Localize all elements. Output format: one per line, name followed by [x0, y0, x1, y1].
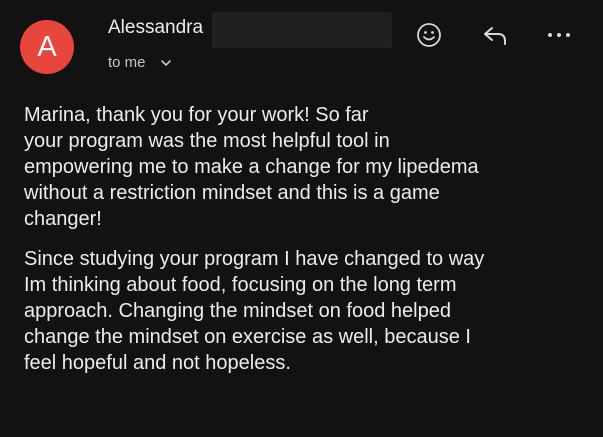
recipient-label: to me: [108, 54, 146, 71]
message-body: Marina, thank you for your work! So far …: [24, 102, 584, 390]
message-paragraph-2: Since studying your program I have chang…: [24, 248, 485, 374]
reply-button[interactable]: [480, 20, 510, 50]
more-options-button[interactable]: [544, 20, 574, 50]
reply-arrow-icon: [484, 27, 506, 45]
recipient-toggle[interactable]: to me: [108, 54, 172, 71]
redacted-email: [212, 12, 392, 48]
message-paragraph-1: Marina, thank you for your work! So far …: [24, 104, 479, 230]
sender-avatar[interactable]: A: [20, 20, 74, 74]
emoji-reaction-button[interactable]: [414, 20, 444, 50]
smiley-face-icon: [417, 23, 441, 47]
chevron-down-icon: [160, 59, 171, 66]
more-horizontal-icon: [548, 33, 570, 37]
avatar-letter: A: [37, 30, 57, 63]
sender-name: Alessandra: [108, 17, 204, 38]
